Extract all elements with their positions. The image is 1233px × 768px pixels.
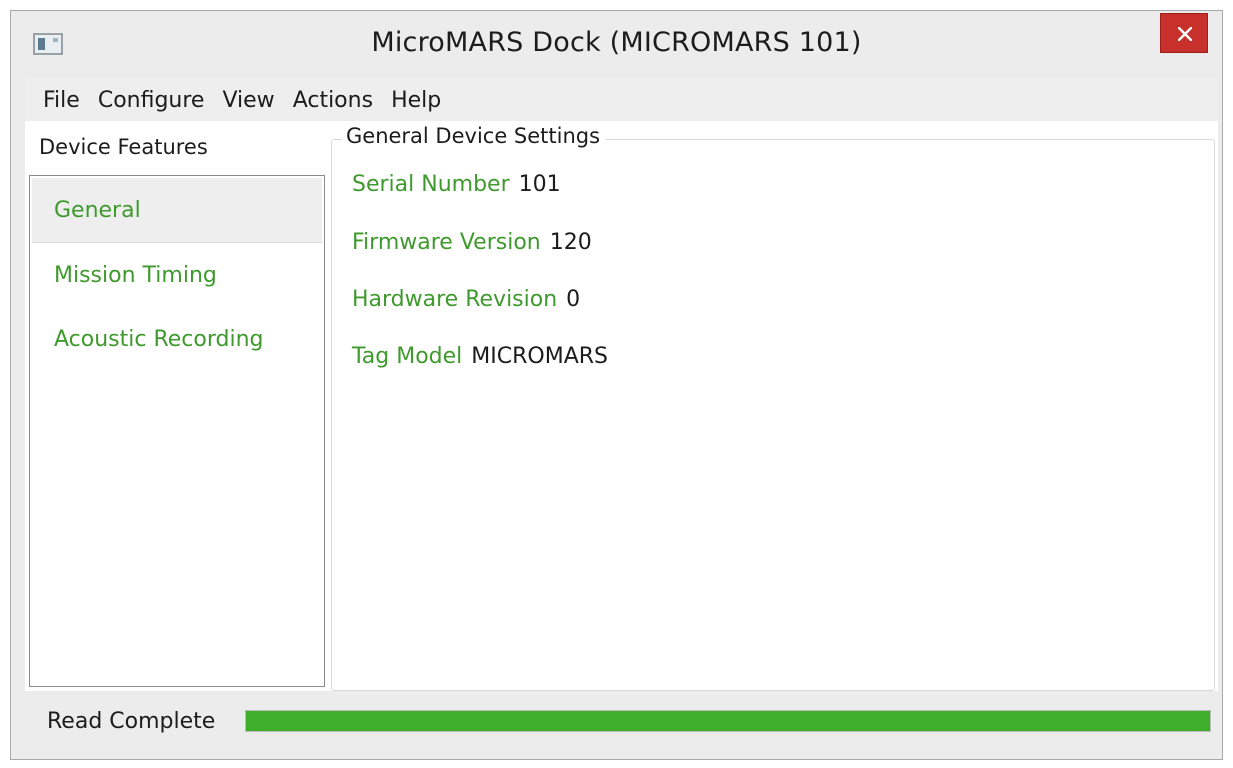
serial-number-row: Serial Number 101 (352, 172, 561, 197)
serial-number-label: Serial Number (352, 172, 510, 197)
general-device-settings-group: General Device Settings Serial Number 101… (331, 124, 1215, 691)
sidebar-item-label: Mission Timing (54, 262, 217, 288)
close-button[interactable] (1160, 13, 1208, 53)
sidebar-item-label: General (54, 197, 141, 223)
status-text: Read Complete (47, 709, 216, 734)
device-features-list[interactable]: General Mission Timing Acoustic Recordin… (29, 175, 325, 687)
progress-bar (245, 710, 1211, 732)
progress-fill (246, 711, 1210, 731)
menu-configure[interactable]: Configure (89, 88, 214, 113)
tag-model-label: Tag Model (352, 344, 463, 369)
menu-bar: File Configure View Actions Help (25, 79, 1218, 121)
sidebar-item-general[interactable]: General (32, 178, 322, 243)
sidebar-item-label: Acoustic Recording (54, 326, 264, 352)
menu-help[interactable]: Help (382, 88, 450, 113)
title-bar[interactable]: MicroMARS Dock (MICROMARS 101) (11, 11, 1222, 77)
status-bar: Read Complete (25, 697, 1218, 747)
hardware-revision-value: 0 (566, 287, 581, 312)
tag-model-row: Tag Model MICROMARS (352, 344, 608, 369)
menu-view[interactable]: View (213, 88, 283, 113)
main-content: Device Features General Mission Timing A… (25, 121, 1218, 691)
app-window: MicroMARS Dock (MICROMARS 101) File Conf… (10, 10, 1223, 760)
sidebar-item-acoustic-recording[interactable]: Acoustic Recording (30, 307, 324, 371)
tag-model-value: MICROMARS (471, 344, 609, 369)
hardware-revision-label: Hardware Revision (352, 287, 558, 312)
firmware-version-value: 120 (549, 230, 592, 255)
sidebar-item-mission-timing[interactable]: Mission Timing (30, 243, 324, 307)
window-title: MicroMARS Dock (MICROMARS 101) (371, 27, 862, 58)
menu-actions[interactable]: Actions (284, 88, 382, 113)
firmware-version-row: Firmware Version 120 (352, 230, 592, 255)
hardware-revision-row: Hardware Revision 0 (352, 287, 580, 312)
device-features-header: Device Features (39, 135, 208, 159)
group-title: General Device Settings (342, 124, 607, 148)
menu-file[interactable]: File (25, 88, 89, 113)
close-icon (1178, 27, 1192, 41)
serial-number-value: 101 (518, 172, 561, 197)
firmware-version-label: Firmware Version (352, 230, 541, 255)
